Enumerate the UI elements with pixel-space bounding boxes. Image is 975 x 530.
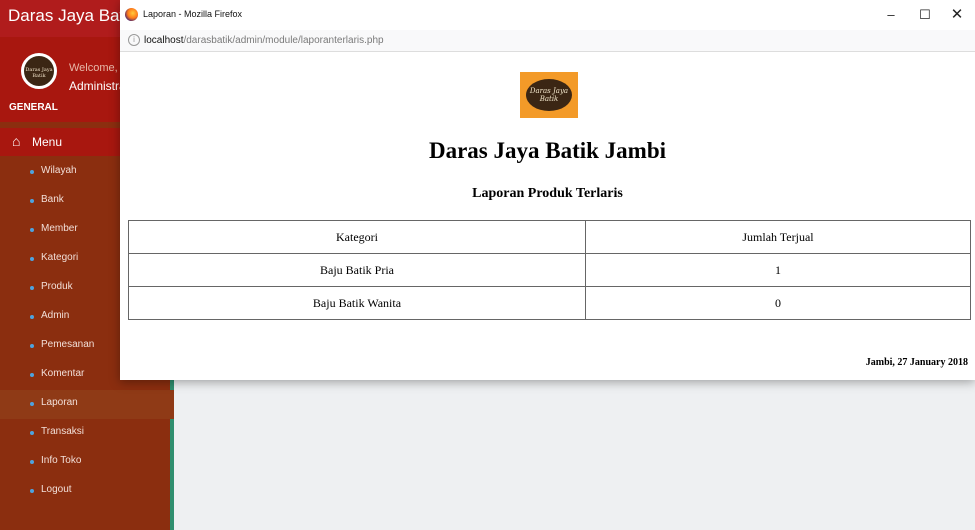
- bullet-icon: [30, 257, 34, 261]
- window-titlebar[interactable]: Laporan - Mozilla Firefox – ☐ ✕: [120, 0, 975, 30]
- sidebar-item-laporan[interactable]: Laporan: [0, 390, 174, 419]
- sidebar-item-label: Laporan: [41, 397, 78, 408]
- menu-label: Menu: [32, 135, 63, 149]
- sidebar-item-label: Logout: [41, 484, 72, 495]
- sidebar-item-info-toko[interactable]: Info Toko: [0, 448, 174, 477]
- table-cell-jumlah: 1: [585, 253, 971, 287]
- sidebar-item-logout[interactable]: Logout: [0, 477, 174, 506]
- report-date: Jambi, 27 January 2018: [865, 357, 968, 368]
- table-cell-kategori: Baju Batik Pria: [128, 253, 586, 287]
- sidebar-item-label: Kategori: [41, 252, 79, 263]
- maximize-icon[interactable]: ☐: [914, 5, 936, 25]
- sidebar-item-label: Transaksi: [41, 426, 84, 437]
- table-cell-kategori: Baju Batik Wanita: [128, 286, 586, 320]
- table-cell-jumlah: 0: [585, 286, 971, 320]
- popup-window: Laporan - Mozilla Firefox – ☐ ✕ i localh…: [120, 0, 975, 380]
- bullet-icon: [30, 489, 34, 493]
- bullet-icon: [30, 344, 34, 348]
- bullet-icon: [30, 199, 34, 203]
- table-row: Baju Batik Wanita 0: [128, 286, 971, 320]
- site-info-icon[interactable]: i: [128, 34, 140, 46]
- url-path: /darasbatik/admin/module/laporanterlaris…: [183, 35, 384, 46]
- welcome-text: Welcome,: [69, 62, 118, 74]
- bullet-icon: [30, 460, 34, 464]
- table-header-row: Kategori Jumlah Terjual: [128, 220, 971, 254]
- minimize-icon[interactable]: –: [880, 5, 902, 25]
- sidebar-item-label: Komentar: [41, 368, 85, 379]
- url-host: localhost: [144, 35, 184, 46]
- brand-title[interactable]: Daras Jaya Batik: [8, 6, 137, 26]
- bullet-icon: [30, 170, 34, 174]
- sidebar-item-transaksi[interactable]: Transaksi: [0, 419, 174, 448]
- sidebar-item-label: Admin: [41, 310, 70, 321]
- bullet-icon: [30, 315, 34, 319]
- close-icon[interactable]: ✕: [946, 5, 968, 25]
- store-logo: Daras Jaya Batik: [520, 72, 578, 118]
- bullet-icon: [30, 228, 34, 232]
- firefox-icon: [125, 8, 138, 21]
- column-header-jumlah: Jumlah Terjual: [585, 220, 971, 254]
- home-icon: ⌂: [12, 133, 21, 149]
- report-page: Daras Jaya Batik Daras Jaya Batik Jambi …: [120, 52, 975, 380]
- url-text[interactable]: localhost/darasbatik/admin/module/lapora…: [144, 35, 384, 46]
- sidebar-item-label: Produk: [41, 281, 73, 292]
- bullet-icon: [30, 402, 34, 406]
- logo-text: Daras Jaya Batik: [526, 79, 572, 111]
- sidebar-item-label: Bank: [41, 194, 64, 205]
- url-bar[interactable]: i localhost/darasbatik/admin/module/lapo…: [120, 30, 975, 52]
- report-table: Kategori Jumlah Terjual Baju Batik Pria …: [128, 220, 971, 320]
- bullet-icon: [30, 373, 34, 377]
- report-subtitle: Laporan Produk Terlaris: [472, 186, 623, 201]
- avatar: Daras Jaya Batik: [21, 53, 57, 89]
- sidebar-item-label: Wilayah: [41, 165, 77, 176]
- bullet-icon: [30, 286, 34, 290]
- sidebar-item-label: Pemesanan: [41, 339, 95, 350]
- sidebar-item-label: Info Toko: [41, 455, 82, 466]
- window-title: Laporan - Mozilla Firefox: [143, 9, 243, 19]
- sidebar-item-label: Member: [41, 223, 78, 234]
- section-label: GENERAL: [9, 102, 58, 113]
- bullet-icon: [30, 431, 34, 435]
- column-header-kategori: Kategori: [128, 220, 586, 254]
- table-row: Baju Batik Pria 1: [128, 253, 971, 287]
- report-title: Daras Jaya Batik Jambi: [428, 138, 667, 163]
